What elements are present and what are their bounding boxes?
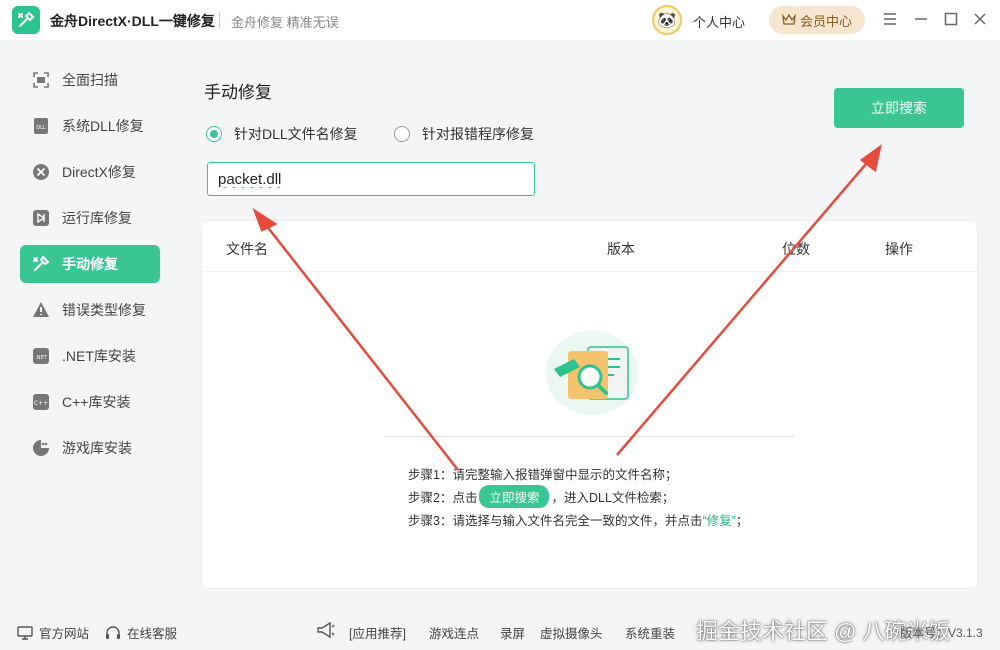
sidebar: 全面扫描 DLL 系统DLL修复 DirectX修复 运行库修复 手动修复 错误… bbox=[0, 40, 180, 610]
virtual-camera-link[interactable]: 虚拟摄像头 bbox=[540, 623, 603, 642]
user-center-link[interactable]: 个人中心 bbox=[693, 12, 745, 31]
svg-text:C++: C++ bbox=[34, 400, 48, 407]
sidebar-item-label: .NET库安装 bbox=[62, 348, 136, 364]
maximize-icon[interactable] bbox=[942, 10, 960, 28]
inline-search-button[interactable]: 立即搜索 bbox=[479, 485, 550, 508]
online-service-label: 在线客服 bbox=[127, 627, 178, 641]
step-text: ； bbox=[735, 514, 749, 528]
radio-error-program[interactable]: 针对报错程序修复 bbox=[394, 124, 534, 144]
official-site-link[interactable]: 官方网站 bbox=[17, 623, 89, 642]
sidebar-item-label: C++库安装 bbox=[62, 394, 131, 410]
sidebar-item-label: 游戏库安装 bbox=[62, 440, 132, 456]
sidebar-item-full-scan[interactable]: 全面扫描 bbox=[20, 61, 160, 99]
footer-bar: 官方网站 在线客服 [应用推荐] 游戏连点 录屏 虚拟摄像头 系统重装 掘金技术… bbox=[0, 610, 1000, 650]
divider bbox=[385, 436, 795, 437]
cpp-icon: C++ bbox=[32, 393, 50, 411]
radio-label: 针对报错程序修复 bbox=[422, 126, 534, 142]
screen-record-link[interactable]: 录屏 bbox=[500, 623, 525, 642]
sidebar-item-runtime[interactable]: 运行库修复 bbox=[20, 199, 160, 237]
sidebar-item-label: 系统DLL修复 bbox=[62, 118, 144, 134]
vip-center-label: 会员中心 bbox=[799, 13, 852, 29]
app-recommend-link[interactable]: [应用推荐] bbox=[349, 623, 406, 642]
sidebar-item-directx[interactable]: DirectX修复 bbox=[20, 153, 160, 191]
app-slogan: 金舟修复 精准无误 bbox=[231, 15, 339, 30]
column-header-version: 版本 bbox=[607, 241, 635, 257]
headset-icon bbox=[105, 625, 121, 641]
dll-filename-input[interactable] bbox=[207, 162, 535, 196]
dotnet-icon: .NET bbox=[32, 347, 50, 365]
minimize-icon[interactable] bbox=[912, 10, 930, 28]
step-instruction-1: 步骤1：请完整输入报错弹窗中显示的文件名称； bbox=[408, 468, 678, 482]
megaphone-icon bbox=[316, 621, 336, 639]
game-clicker-link[interactable]: 游戏连点 bbox=[429, 623, 479, 642]
sidebar-item-label: 运行库修复 bbox=[62, 210, 132, 226]
menu-icon[interactable] bbox=[881, 10, 899, 28]
radio-unchecked-icon bbox=[394, 126, 410, 142]
app-logo-icon bbox=[12, 6, 40, 34]
close-icon[interactable] bbox=[971, 10, 989, 28]
table-header: 文件名 版本 位数 操作 bbox=[202, 221, 977, 272]
step-text: 步骤2：点击 bbox=[408, 491, 478, 505]
online-service-link[interactable]: 在线客服 bbox=[105, 623, 177, 642]
vip-center-button[interactable]: 会员中心 bbox=[769, 6, 865, 34]
sidebar-item-error-type[interactable]: 错误类型修复 bbox=[20, 291, 160, 329]
search-now-button[interactable]: 立即搜索 bbox=[834, 88, 964, 128]
svg-text:.NET: .NET bbox=[35, 355, 47, 361]
crown-icon bbox=[782, 13, 796, 28]
scan-icon bbox=[32, 71, 50, 89]
sidebar-item-label: DirectX修复 bbox=[62, 164, 136, 180]
sidebar-item-cpp[interactable]: C++ C++库安装 bbox=[20, 383, 160, 421]
sidebar-item-label: 手动修复 bbox=[62, 256, 118, 272]
dll-icon: DLL bbox=[32, 117, 50, 135]
step-text: 步骤3：请选择与输入文件名完全一致的文件，并点击 bbox=[408, 514, 703, 528]
step-text: ，进入DLL文件检索； bbox=[551, 491, 675, 505]
step-instruction-3: 步骤3：请选择与输入文件名完全一致的文件，并点击 “修复” ； bbox=[408, 510, 748, 529]
radio-dll-filename[interactable]: 针对DLL文件名修复 bbox=[206, 124, 358, 144]
repair-highlight: “修复” bbox=[702, 514, 736, 528]
monitor-icon bbox=[17, 625, 33, 640]
sidebar-item-system-dll[interactable]: DLL 系统DLL修复 bbox=[20, 107, 160, 145]
column-header-filename: 文件名 bbox=[226, 241, 268, 257]
title-divider bbox=[219, 12, 220, 28]
column-header-bits: 位数 bbox=[782, 241, 810, 257]
main-panel: 手动修复 立即搜索 针对DLL文件名修复 针对报错程序修复 文件名 版本 位数 … bbox=[180, 40, 1000, 610]
radio-checked-icon bbox=[206, 126, 222, 142]
official-site-label: 官方网站 bbox=[39, 627, 90, 641]
version-label: 版本号：V3.1.3 bbox=[900, 626, 983, 640]
results-table: 文件名 版本 位数 操作 步骤1：请完整输入报错弹窗中显示的文件名称； 步骤2：… bbox=[201, 220, 978, 589]
title-bar: 金舟DirectX·DLL一键修复 金舟修复 精准无误 🐼 个人中心 会员中心 bbox=[0, 0, 1000, 40]
step-instruction-2: 步骤2：点击 立即搜索 ，进入DLL文件检索； bbox=[408, 485, 674, 508]
column-header-action: 操作 bbox=[885, 241, 913, 257]
game-icon bbox=[32, 439, 50, 457]
sidebar-item-manual-repair[interactable]: 手动修复 bbox=[20, 245, 160, 283]
sidebar-item-label: 错误类型修复 bbox=[62, 302, 146, 318]
runtime-icon bbox=[32, 209, 50, 227]
sidebar-item-dotnet[interactable]: .NET .NET库安装 bbox=[20, 337, 160, 375]
radio-label: 针对DLL文件名修复 bbox=[234, 126, 358, 142]
directx-icon bbox=[32, 163, 50, 181]
tools-icon bbox=[32, 255, 50, 273]
user-avatar[interactable]: 🐼 bbox=[652, 5, 682, 35]
sidebar-item-label: 全面扫描 bbox=[62, 72, 118, 88]
warning-icon bbox=[32, 301, 50, 319]
svg-text:DLL: DLL bbox=[36, 125, 46, 131]
page-title: 手动修复 bbox=[204, 83, 272, 102]
system-reinstall-link[interactable]: 系统重装 bbox=[625, 623, 675, 642]
app-title: 金舟DirectX·DLL一键修复 bbox=[50, 13, 215, 29]
sidebar-item-game-lib[interactable]: 游戏库安装 bbox=[20, 429, 160, 467]
empty-state-illustration-icon bbox=[544, 329, 640, 417]
